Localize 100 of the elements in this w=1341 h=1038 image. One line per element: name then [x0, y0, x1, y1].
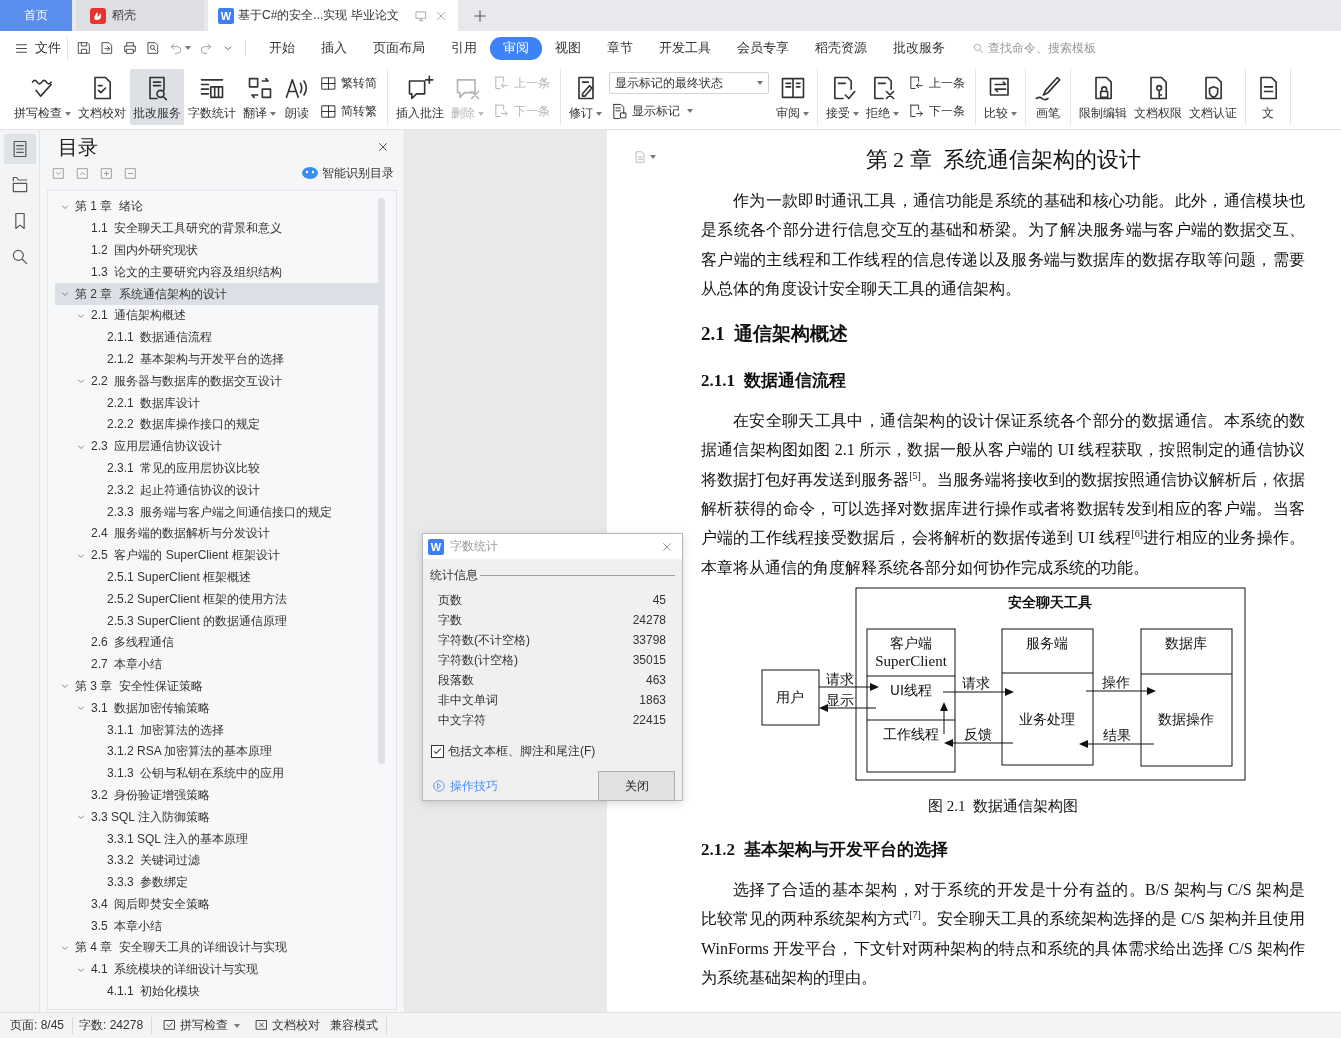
save-icon[interactable] [76, 40, 92, 56]
toc-item[interactable]: 2.2 服务器与数据库的数据交互设计 [55, 370, 378, 393]
toc-item[interactable]: 4.1.1 初始化模块 [55, 980, 378, 1003]
search-field[interactable]: 查找命令、搜索模板 [972, 41, 1128, 55]
caret-icon[interactable] [853, 111, 859, 116]
ribbon-button[interactable]: 文档权限 [1131, 69, 1185, 125]
toc-item[interactable]: 3.2 身份验证增强策略 [55, 784, 378, 807]
ribbon-button[interactable]: 拒绝 [863, 69, 902, 125]
menu-tab[interactable]: 视图 [542, 36, 594, 60]
tab[interactable]: W 基于C#的安全...实现 毕业论文 [208, 0, 458, 31]
ribbon-button[interactable]: 审阅 [773, 69, 812, 125]
spell-check-button[interactable]: 拼写检查 [158, 1015, 245, 1036]
ribbon-button[interactable]: 画笔 [1031, 69, 1065, 125]
print-preview-icon[interactable] [145, 40, 161, 56]
toc-item[interactable]: 3.1.1 加密算法的选择 [55, 719, 378, 741]
close-button[interactable]: 关闭 [598, 771, 675, 801]
toc-item[interactable]: 3.5 本章小结 [55, 915, 378, 938]
caret-icon[interactable] [270, 111, 276, 116]
export-icon[interactable] [99, 40, 115, 56]
caret-icon[interactable] [1011, 111, 1017, 116]
toc-item[interactable]: 1.3 论文的主要研究内容及组织结构 [55, 261, 378, 284]
menu-tab[interactable]: 插入 [308, 36, 360, 60]
caret-icon[interactable] [596, 111, 602, 116]
caret-icon[interactable] [893, 111, 899, 116]
ribbon-button[interactable]: 拼写检查 [11, 69, 74, 125]
ribbon-button[interactable]: 翻译 [240, 69, 279, 125]
dropdown-field[interactable]: 显示标记的最终状态 [609, 72, 769, 94]
ribbon-button[interactable]: 插入批注 [393, 69, 447, 125]
toc-item[interactable]: 第 3 章 安全性保证策略 [55, 675, 378, 698]
toc-item[interactable]: 2.4 服务端的数据解析与分发设计 [55, 522, 378, 545]
proofread-button[interactable]: 文档校对 [250, 1015, 325, 1036]
toc-item[interactable]: 2.5.1 SuperClient 框架概述 [55, 566, 378, 589]
scrollbar-thumb[interactable] [378, 198, 385, 764]
ribbon-button[interactable]: 接受 [823, 69, 862, 125]
toc-item[interactable]: 第 2 章 系统通信架构的设计 [55, 283, 378, 305]
toc-item[interactable]: 2.5.2 SuperClient 框架的使用方法 [55, 588, 378, 611]
menu-tab[interactable]: 开发工具 [646, 36, 724, 60]
add-icon[interactable] [100, 166, 113, 180]
word-count[interactable]: 字数: 24278 [79, 1017, 153, 1034]
toc-item[interactable]: 2.2.1 数据库设计 [55, 392, 378, 414]
ribbon-button[interactable]: 文档校对 [75, 69, 129, 125]
checkbox[interactable] [431, 745, 444, 758]
ribbon-button[interactable]: 比较 [981, 69, 1020, 125]
menu-tab[interactable]: 页面布局 [360, 36, 438, 60]
toc-item[interactable]: 第 1 章 绪论 [55, 196, 378, 218]
ribbon-button[interactable]: 简转繁 [318, 100, 379, 122]
toc-item[interactable]: 2.5.3 SuperClient 的数据通信原理 [55, 610, 378, 632]
toc-item[interactable]: 1.1 安全聊天工具研究的背景和意义 [55, 217, 378, 240]
toc-item[interactable]: 2.3 应用层通信协议设计 [55, 435, 378, 458]
ribbon-button[interactable]: 繁转简 [318, 72, 379, 94]
toc-item[interactable]: 1.2 国内外研究现状 [55, 239, 378, 262]
print-icon[interactable] [122, 40, 138, 56]
ribbon-button[interactable]: 批改服务 [130, 69, 184, 125]
toc-item[interactable]: 第 4 章 安全聊天工具的详细设计与实现 [55, 937, 378, 959]
checkbox-label[interactable]: 包括文本框、脚注和尾注(F) [448, 743, 596, 760]
toc-item[interactable]: 2.1 通信架构概述 [55, 305, 378, 327]
toc-item[interactable]: 3.1.3 公钥与私钥在系统中的应用 [55, 762, 378, 785]
menu-tab[interactable]: 稻壳资源 [802, 36, 880, 60]
menu-tab[interactable]: 开始 [256, 36, 308, 60]
toc-item[interactable]: 3.3 SQL 注入防御策略 [55, 806, 378, 829]
ribbon-button[interactable]: 上一条 [906, 72, 967, 94]
ribbon-button[interactable]: 文档认证 [1186, 69, 1240, 125]
menu-tab[interactable]: 会员专享 [724, 36, 802, 60]
caret-icon[interactable] [65, 111, 71, 116]
ribbon-button[interactable]: 朗读 [280, 69, 314, 125]
monitor-icon[interactable] [414, 8, 428, 23]
caret-icon[interactable] [687, 109, 693, 113]
tab[interactable]: 稻壳 [76, 0, 204, 31]
toc-item[interactable]: 3.3.3 参数绑定 [55, 871, 378, 894]
menu-tab[interactable]: 章节 [594, 36, 646, 60]
ribbon-button[interactable]: 字数统计 [185, 69, 239, 125]
toc-item[interactable]: 2.3.3 服务端与客户端之间通信接口的规定 [55, 501, 378, 523]
caret-icon[interactable] [650, 155, 656, 159]
file-menu-button[interactable]: 文件 [12, 36, 68, 60]
toc-item[interactable]: 2.1.2 基本架构与开发平台的选择 [55, 348, 378, 371]
toc-item[interactable]: 2.7 本章小结 [55, 653, 378, 676]
toc-item[interactable]: 3.1.2 RSA 加密算法的基本原理 [55, 740, 378, 763]
ribbon-button[interactable]: 下一条 [906, 100, 967, 122]
toc-item[interactable]: 3.3.1 SQL 注入的基本原理 [55, 828, 378, 850]
toc-item[interactable]: 2.2.2 数据库操作接口的规定 [55, 413, 378, 436]
ribbon-button[interactable]: 显示标记 [609, 100, 769, 122]
sidebar-tool[interactable] [3, 134, 36, 164]
toc-item[interactable]: 2.5 客户端的 SuperClient 框架设计 [55, 544, 378, 567]
toc-item[interactable]: 2.6 多线程通信 [55, 631, 378, 654]
ribbon-button[interactable]: 限制编辑 [1076, 69, 1130, 125]
toc-item[interactable]: 3.4 阅后即焚安全策略 [55, 893, 378, 916]
collapse-all-icon[interactable] [76, 166, 89, 180]
expand-all-icon[interactable] [52, 166, 65, 180]
smart-toc-button[interactable]: 智能识别目录 [302, 164, 394, 182]
menu-tab[interactable]: 审阅 [490, 36, 542, 60]
ribbon-button[interactable]: 文 [1251, 69, 1285, 125]
toc-item[interactable]: 4.1 系统模块的详细设计与实现 [55, 958, 378, 981]
remove-icon[interactable] [124, 166, 137, 180]
ribbon-button[interactable]: 修订 [566, 69, 605, 125]
toc-item[interactable]: 2.1.1 数据通信流程 [55, 326, 378, 349]
caret-icon[interactable] [803, 111, 809, 116]
close-icon[interactable] [376, 140, 390, 154]
toc-item[interactable]: 3.1 数据加密传输策略 [55, 697, 378, 720]
caret-icon[interactable] [185, 46, 191, 50]
toc-item[interactable]: 3.3.2 关键词过滤 [55, 849, 378, 872]
